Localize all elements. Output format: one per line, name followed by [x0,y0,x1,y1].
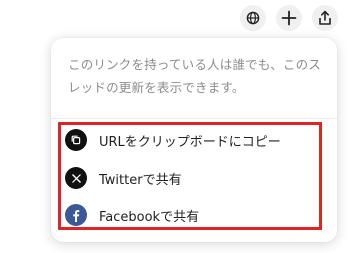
plus-icon [281,10,297,26]
globe-button[interactable] [240,5,266,31]
share-description: このリンクを持っている人は誰でも、このスレッドの更新を表示できます。 [68,57,322,95]
share-button[interactable] [312,5,338,31]
popover-divider [51,118,337,119]
add-button[interactable] [276,5,302,31]
share-icon [319,10,331,25]
highlight-box [58,122,322,230]
page: このリンクを持っている人は誰でも、このスレッドの更新を表示できます。 URLをク… [0,0,353,253]
globe-icon [246,11,260,25]
